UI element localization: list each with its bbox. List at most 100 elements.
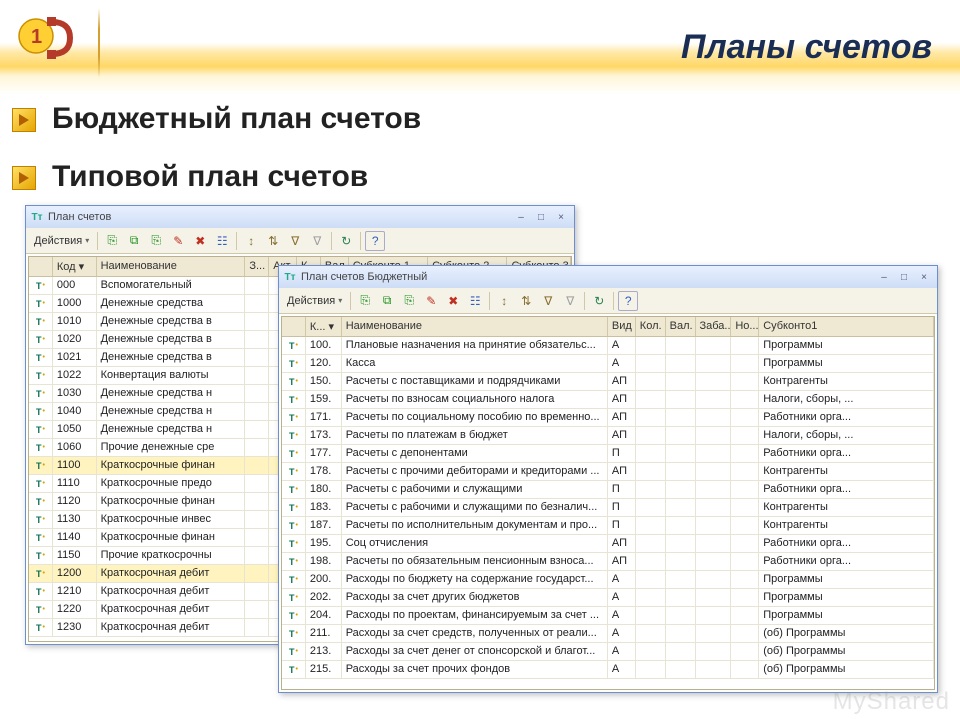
grid: К... ▾ Наименование Вид Кол. Вал. Заба..… xyxy=(281,316,935,690)
table-row[interactable]: 215.Расходы за счет прочих фондовА(об) П… xyxy=(282,661,934,679)
cell-subkonto: (об) Программы xyxy=(759,661,934,678)
col-sub1[interactable]: Субконто1 xyxy=(759,317,934,336)
cell-subkonto: Контрагенты xyxy=(759,499,934,516)
table-row[interactable]: 213.Расходы за счет денег от спонсорской… xyxy=(282,643,934,661)
table-row[interactable]: 200.Расходы по бюджету на содержание гос… xyxy=(282,571,934,589)
col-val[interactable]: Вал. xyxy=(666,317,696,336)
col-code[interactable]: К... ▾ xyxy=(306,317,342,336)
table-row[interactable]: 211.Расходы за счет средств, полученных … xyxy=(282,625,934,643)
hierarchy-icon[interactable]: ☷ xyxy=(465,291,485,311)
col-zaba[interactable]: Заба... xyxy=(696,317,732,336)
minimize-button[interactable]: – xyxy=(512,210,530,224)
edit-icon[interactable]: ✎ xyxy=(421,291,441,311)
cell-subkonto: Работники орга... xyxy=(759,535,934,552)
table-row[interactable]: 150.Расчеты с поставщиками и подрядчикам… xyxy=(282,373,934,391)
cell-name: Расчеты по платежам в бюджет xyxy=(342,427,608,444)
delete-icon[interactable]: ✖ xyxy=(443,291,463,311)
table-row[interactable]: 100.Плановые назначения на принятие обяз… xyxy=(282,337,934,355)
move-icon[interactable]: ↕ xyxy=(494,291,514,311)
sort-icon[interactable]: ⇅ xyxy=(516,291,536,311)
move-icon[interactable]: ↕ xyxy=(241,231,261,251)
maximize-button[interactable]: □ xyxy=(532,210,550,224)
table-row[interactable]: 159.Расчеты по взносам социального налог… xyxy=(282,391,934,409)
cell-vid: А xyxy=(608,337,636,354)
cell-code: 150. xyxy=(306,373,342,390)
add-group-icon[interactable]: ⧉ xyxy=(124,231,144,251)
table-row[interactable]: 198.Расчеты по обязательным пенсионным в… xyxy=(282,553,934,571)
window-icon: Тт xyxy=(30,210,44,224)
filter-off-icon[interactable]: ∇ xyxy=(560,291,580,311)
minimize-button[interactable]: – xyxy=(875,270,893,284)
col-kol[interactable]: Кол. xyxy=(636,317,666,336)
table-row[interactable]: 120.КассаАПрограммы xyxy=(282,355,934,373)
table-row[interactable]: 202.Расходы за счет других бюджетовАПрог… xyxy=(282,589,934,607)
cell-subkonto: Программы xyxy=(759,355,934,372)
add-icon[interactable]: ⎘ xyxy=(355,291,375,311)
table-row[interactable]: 204.Расходы по проектам, финансируемым з… xyxy=(282,607,934,625)
row-type-icon xyxy=(282,499,306,516)
copy-icon[interactable]: ⎘ xyxy=(146,231,166,251)
col-no[interactable]: Но... xyxy=(731,317,759,336)
cell-name: Расходы за счет других бюджетов xyxy=(342,589,608,606)
cell-name: Краткосрочные предо xyxy=(97,475,246,492)
help-icon[interactable]: ? xyxy=(618,291,638,311)
actions-menu[interactable]: Действия xyxy=(283,293,346,309)
cell-code: 1210 xyxy=(53,583,97,600)
filter-icon[interactable]: ∇ xyxy=(285,231,305,251)
close-button[interactable]: × xyxy=(915,270,933,284)
cell-vid: АП xyxy=(608,427,636,444)
col-name[interactable]: Наименование xyxy=(97,257,246,276)
table-row[interactable]: 187.Расчеты по исполнительным документам… xyxy=(282,517,934,535)
actions-menu[interactable]: Действия xyxy=(30,233,93,249)
cell-code: 1022 xyxy=(53,367,97,384)
toolbar: Действия ⎘ ⧉ ⎘ ✎ ✖ ☷ ↕ ⇅ ∇ ∇ ↻ ? xyxy=(279,288,937,314)
cell-name: Краткосрочная дебит xyxy=(97,583,246,600)
copy-icon[interactable]: ⎘ xyxy=(399,291,419,311)
table-row[interactable]: 195.Соц отчисленияАПРаботники орга... xyxy=(282,535,934,553)
titlebar[interactable]: Тт План счетов Бюджетный – □ × xyxy=(279,266,937,288)
cell-subkonto: (об) Программы xyxy=(759,643,934,660)
col-vid[interactable]: Вид xyxy=(608,317,636,336)
cell-subkonto: Налоги, сборы, ... xyxy=(759,391,934,408)
table-row[interactable]: 171.Расчеты по социальному пособию по вр… xyxy=(282,409,934,427)
row-type-icon xyxy=(29,511,53,528)
filter-off-icon[interactable]: ∇ xyxy=(307,231,327,251)
close-button[interactable]: × xyxy=(552,210,570,224)
cell-code: 1150 xyxy=(53,547,97,564)
add-group-icon[interactable]: ⧉ xyxy=(377,291,397,311)
col-icon[interactable] xyxy=(282,317,306,336)
cell-vid: АП xyxy=(608,463,636,480)
table-row[interactable]: 183.Расчеты с рабочими и служащими по бе… xyxy=(282,499,934,517)
row-type-icon xyxy=(282,571,306,588)
col-icon[interactable] xyxy=(29,257,53,276)
table-row[interactable]: 178.Расчеты с прочими дебиторами и креди… xyxy=(282,463,934,481)
refresh-icon[interactable]: ↻ xyxy=(589,291,609,311)
hierarchy-icon[interactable]: ☷ xyxy=(212,231,232,251)
cell-name: Плановые назначения на принятие обязател… xyxy=(342,337,608,354)
add-icon[interactable]: ⎘ xyxy=(102,231,122,251)
table-row[interactable]: 173.Расчеты по платежам в бюджетАПНалоги… xyxy=(282,427,934,445)
grid-body[interactable]: 100.Плановые назначения на принятие обяз… xyxy=(282,337,934,689)
row-type-icon xyxy=(29,277,53,294)
col-z[interactable]: З... xyxy=(245,257,269,276)
logo-1c: 1 xyxy=(18,12,78,64)
refresh-icon[interactable]: ↻ xyxy=(336,231,356,251)
cell-name: Конвертация валюты xyxy=(97,367,246,384)
cell-code: 1120 xyxy=(53,493,97,510)
col-name[interactable]: Наименование xyxy=(342,317,608,336)
table-row[interactable]: 177.Расчеты с депонентамиПРаботники орга… xyxy=(282,445,934,463)
sort-icon[interactable]: ⇅ xyxy=(263,231,283,251)
cell-subkonto: Программы xyxy=(759,571,934,588)
edit-icon[interactable]: ✎ xyxy=(168,231,188,251)
col-code[interactable]: Код ▾ xyxy=(53,257,97,276)
cell-name: Краткосрочная дебит xyxy=(97,601,246,618)
filter-icon[interactable]: ∇ xyxy=(538,291,558,311)
cell-subkonto: Работники орга... xyxy=(759,409,934,426)
table-row[interactable]: 180.Расчеты с рабочими и служащимиПРабот… xyxy=(282,481,934,499)
help-icon[interactable]: ? xyxy=(365,231,385,251)
delete-icon[interactable]: ✖ xyxy=(190,231,210,251)
titlebar[interactable]: Тт План счетов – □ × xyxy=(26,206,574,228)
cell-name: Краткосрочная дебит xyxy=(97,619,246,636)
maximize-button[interactable]: □ xyxy=(895,270,913,284)
cell-vid: АП xyxy=(608,373,636,390)
